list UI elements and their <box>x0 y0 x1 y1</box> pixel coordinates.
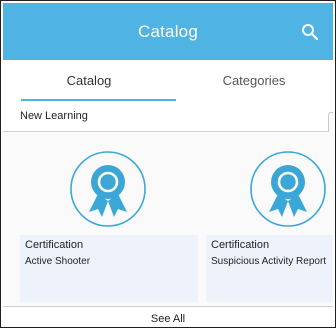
card-type: Certification <box>211 239 270 251</box>
see-all-link[interactable]: See All <box>3 313 333 325</box>
tab-catalog[interactable]: Catalog <box>3 60 175 102</box>
app-header: Catalog <box>3 3 333 60</box>
card-meta: Certification Suspicious Activity Report <box>206 235 333 302</box>
card-type: Certification <box>25 239 84 251</box>
page-title: Catalog <box>138 22 198 41</box>
learning-card[interactable]: Certification Suspicious Activity Report <box>206 139 333 302</box>
section-title: New Learning <box>20 110 88 122</box>
tab-bar: Catalog Categories <box>3 60 333 102</box>
card-thumbnail <box>206 139 333 235</box>
card-meta: Certification Active Shooter <box>20 235 198 302</box>
card-title: Suspicious Activity Report <box>211 256 327 267</box>
catalog-screen: Catalog Catalog Categories New Learning <box>0 0 336 328</box>
learning-carousel: Certification Active Shooter Certificati… <box>3 132 333 306</box>
section-header: New Learning <box>3 102 333 132</box>
card-title: Active Shooter <box>25 256 91 267</box>
tab-categories[interactable]: Categories <box>175 60 333 102</box>
certificate-ribbon-icon <box>70 151 146 227</box>
learning-card[interactable]: Certification Active Shooter <box>20 139 198 302</box>
certificate-ribbon-icon <box>250 151 326 227</box>
footer: See All <box>3 306 333 327</box>
active-tab-indicator <box>21 99 176 101</box>
search-icon[interactable] <box>301 23 319 41</box>
card-thumbnail <box>20 139 198 235</box>
